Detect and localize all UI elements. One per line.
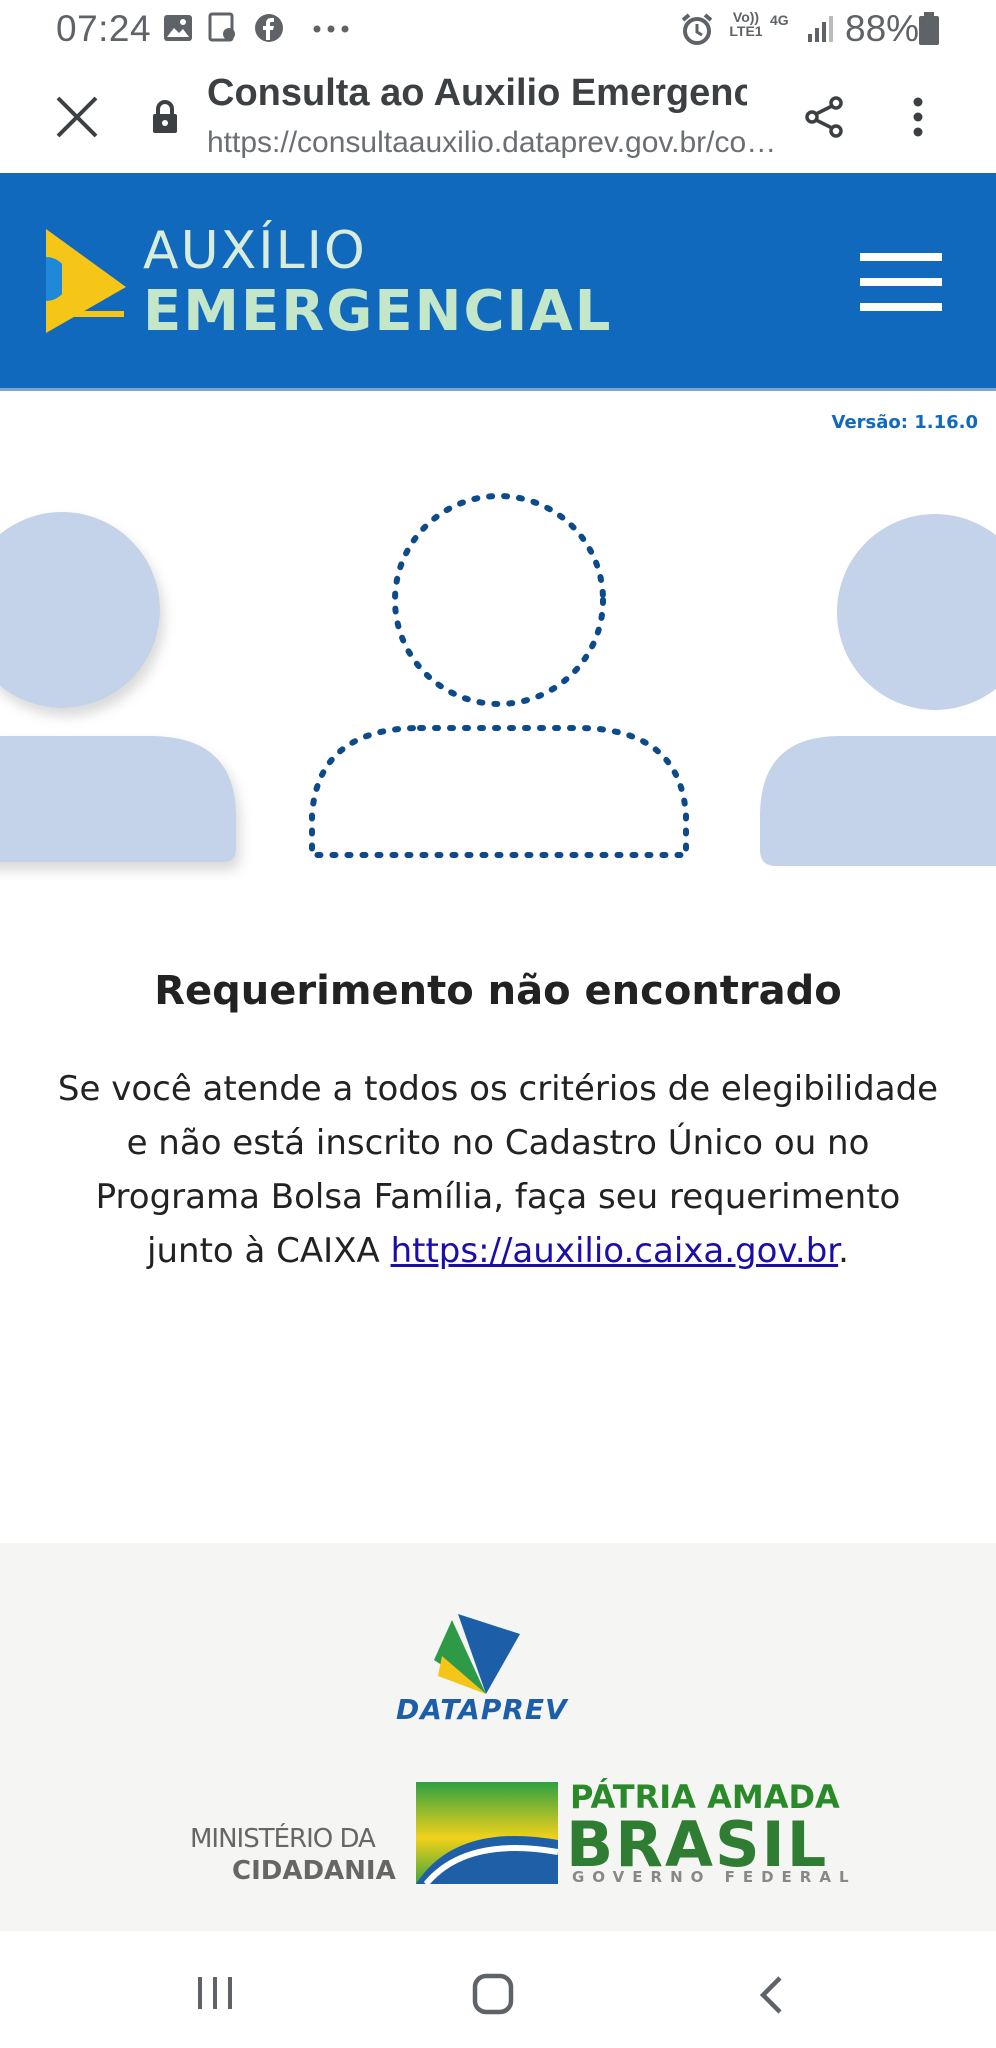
dotted-person-icon [309, 493, 689, 858]
close-icon[interactable] [56, 96, 98, 138]
network-label: Vo)) LTE1 [729, 9, 763, 39]
not-found-message: Se você atende a todos os critérios de e… [50, 1062, 946, 1278]
battery-percent: 88% [845, 8, 920, 49]
cidadania-label: CIDADANIA [232, 1856, 396, 1886]
dataprev-logo-text: DATAPREV [396, 1693, 568, 1726]
message-suffix: . [838, 1231, 849, 1271]
page-url[interactable]: https://consultaauxilio.dataprev.gov.br/… [207, 126, 792, 160]
person-placeholder-illustration [0, 493, 996, 866]
page-title: Consulta ao Auxilio Emergencial [207, 72, 747, 114]
not-found-heading: Requerimento não encontrado [154, 968, 842, 1014]
ministerio-label: MINISTÉRIO DA [190, 1824, 376, 1854]
logo-text-auxilio: AUXÍLIO [143, 221, 367, 281]
back-icon[interactable] [758, 1975, 784, 2015]
brazil-flag-logo-icon [416, 1782, 558, 1884]
more-dots-icon [313, 25, 349, 33]
facebook-icon [255, 14, 283, 42]
battery-icon [919, 12, 939, 45]
site-header: AUXÍLIO EMERGENCIAL [0, 173, 996, 391]
dataprev-logo-icon [434, 1614, 520, 1694]
signal-icon [808, 16, 833, 42]
overflow-menu-icon[interactable] [908, 96, 928, 138]
logo-text-emergencial: EMERGENCIAL [143, 279, 613, 344]
screencast-icon [208, 12, 235, 42]
alarm-icon [681, 13, 713, 45]
lock-icon [153, 100, 177, 133]
menu-bar [860, 253, 942, 261]
home-icon[interactable] [472, 1973, 514, 2015]
menu-bar [860, 303, 942, 311]
person-silhouette-right-icon [760, 514, 996, 866]
auxilio-logo-icon [46, 229, 126, 333]
caixa-link[interactable]: https://auxilio.caixa.gov.br [391, 1231, 839, 1271]
recent-apps-icon[interactable] [196, 1975, 234, 2011]
governo-federal-text: GOVERNO FEDERAL [572, 1868, 857, 1886]
network-4g-label: 4G [770, 12, 789, 28]
version-label: Versão: 1.16.0 [831, 412, 979, 433]
image-icon [164, 15, 192, 41]
menu-bar [860, 278, 942, 286]
status-time: 07:24 [56, 8, 152, 49]
person-silhouette-left-icon [0, 512, 236, 862]
hamburger-menu-button[interactable] [860, 253, 942, 311]
share-icon[interactable] [804, 96, 844, 138]
android-navigation-bar [0, 1931, 996, 2048]
status-bar: 07:24 Vo)) LTE1 4G 88% [0, 0, 996, 60]
custom-tab-toolbar: Consulta ao Auxilio Emergencial https://… [0, 60, 996, 175]
